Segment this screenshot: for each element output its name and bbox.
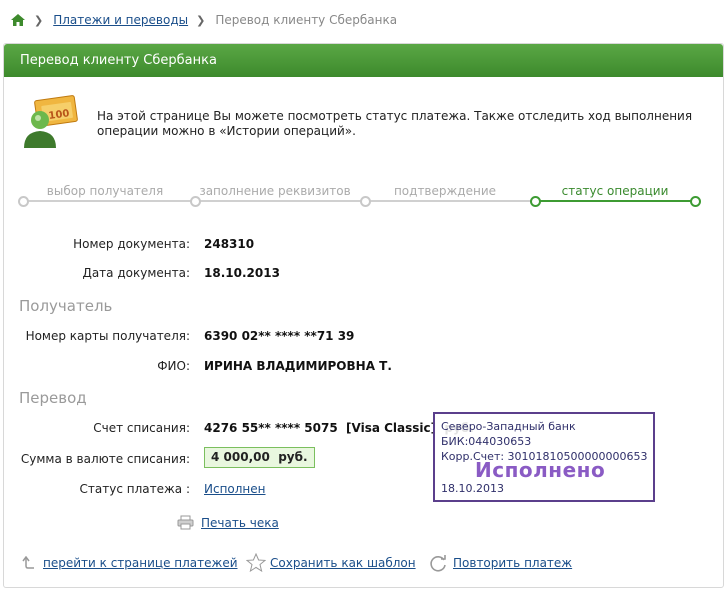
bank-stamp: Северо-Западный банк БИК:044030653 Корр.… bbox=[433, 412, 655, 502]
recipient-card-label: Номер карты получателя: bbox=[25, 329, 190, 343]
status-link[interactable]: Исполнен bbox=[204, 482, 266, 496]
doc-number-value: 248310 bbox=[204, 237, 255, 251]
back-arrow-icon[interactable] bbox=[22, 556, 36, 570]
doc-number-label: Номер документа: bbox=[73, 237, 190, 251]
intro-text: На этой странице Вы можете посмотреть ст… bbox=[97, 109, 693, 138]
progress-line bbox=[22, 200, 535, 202]
star-icon[interactable] bbox=[246, 553, 266, 572]
stamp-status: Исполнено bbox=[475, 458, 606, 482]
panel-title: Перевод клиенту Сбербанка bbox=[20, 53, 217, 68]
save-template-link[interactable]: Сохранить как шаблон bbox=[270, 556, 416, 570]
step-dot-active bbox=[690, 196, 701, 207]
stamp-date: 18.10.2013 bbox=[441, 482, 504, 495]
doc-date-label: Дата документа: bbox=[82, 266, 190, 280]
printer-icon[interactable] bbox=[177, 515, 194, 530]
step-dot-active bbox=[530, 196, 541, 207]
recipient-card-value: 6390 02** **** **71 39 bbox=[204, 329, 355, 343]
account-label: Счет списания: bbox=[93, 421, 190, 435]
status-label: Статус платежа : bbox=[79, 482, 191, 496]
step-dot bbox=[360, 196, 371, 207]
money-transfer-icon: 100 bbox=[24, 95, 78, 148]
breadcrumb-current: Перевод клиенту Сбербанка bbox=[215, 13, 398, 27]
breadcrumb-payments-link[interactable]: Платежи и переводы bbox=[53, 13, 188, 27]
stamp-bik: БИК:044030653 bbox=[441, 435, 532, 448]
stamp-bank: Северо-Западный банк bbox=[441, 420, 576, 433]
step-dot bbox=[18, 196, 29, 207]
step-dot bbox=[190, 196, 201, 207]
progress-line-active bbox=[535, 200, 695, 202]
breadcrumb: ❯ Платежи и переводы ❯ Перевод клиенту С… bbox=[10, 10, 397, 30]
step-confirm: подтверждение bbox=[393, 184, 497, 198]
step-fill-details: заполнение реквизитов bbox=[199, 184, 351, 198]
recipient-name-value: ИРИНА ВЛАДИМИРОВНА Т. bbox=[204, 359, 392, 373]
repeat-payment-link[interactable]: Повторить платеж bbox=[453, 556, 572, 570]
breadcrumb-separator-icon: ❯ bbox=[34, 13, 44, 27]
home-icon[interactable] bbox=[10, 13, 26, 27]
amount-label: Сумма в валюте списания: bbox=[20, 452, 190, 466]
step-select-recipient: выбор получателя bbox=[46, 184, 164, 198]
recipient-section-title: Получатель bbox=[19, 297, 113, 315]
repeat-icon[interactable] bbox=[428, 553, 448, 573]
back-to-payments-link[interactable]: перейти к странице платежей bbox=[43, 556, 238, 570]
recipient-name-label: ФИО: bbox=[157, 359, 190, 373]
transfer-section-title: Перевод bbox=[19, 389, 87, 407]
amount-value: 4 000,00 руб. bbox=[204, 447, 315, 468]
breadcrumb-separator-icon: ❯ bbox=[196, 13, 206, 27]
doc-date-value: 18.10.2013 bbox=[204, 266, 280, 280]
step-operation-status: статус операции bbox=[561, 184, 669, 198]
print-receipt-link[interactable]: Печать чека bbox=[201, 516, 279, 530]
panel-header: Перевод клиенту Сбербанка bbox=[4, 44, 723, 77]
